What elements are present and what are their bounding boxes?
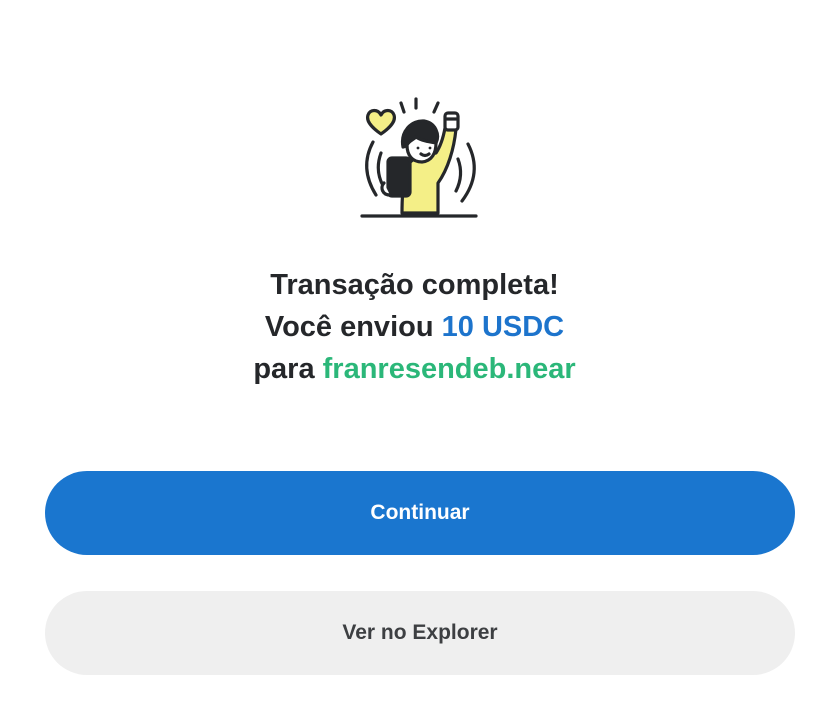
recipient-line: para franresendeb.near [0, 348, 829, 390]
continue-button[interactable]: Continuar [45, 471, 795, 555]
view-in-explorer-button[interactable]: Ver no Explorer [45, 591, 795, 675]
page-title: Transação completa! [270, 269, 559, 301]
transaction-summary: Transação completa! Você enviou 10 USDC … [0, 264, 829, 390]
recipient-account: franresendeb.near [322, 353, 576, 385]
celebrating-person-icon [350, 95, 490, 225]
transaction-success-screen: Transação completa! Você enviou 10 USDC … [0, 0, 829, 720]
sent-amount-line: Você enviou 10 USDC [0, 306, 829, 348]
recipient-prefix: para [253, 353, 315, 385]
sent-prefix: Você enviou [264, 311, 434, 343]
sent-amount: 10 USDC [441, 311, 565, 343]
